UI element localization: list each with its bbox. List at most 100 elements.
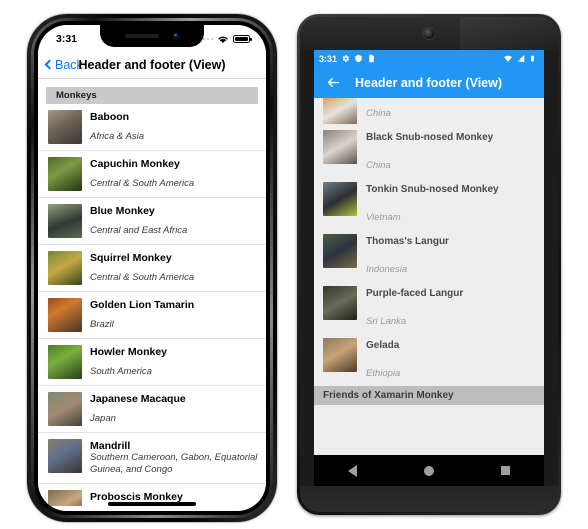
list-item[interactable]: Thomas's Langur Indonesia [314,230,544,282]
list-item[interactable]: Baboon Africa & Asia [38,104,266,151]
list-item[interactable]: Tonkin Snub-nosed Monkey Vietnam [314,178,544,230]
battery-icon [529,54,538,63]
list-item[interactable]: Squirrel Monkey Central & South America [38,245,266,292]
list-item-title: Gelada [366,340,400,351]
list-item-subtitle: Ethiopia [366,368,401,379]
android-screen: 3:31 Header and footer (View) China Blac… [314,50,544,455]
list-item-subtitle: Sri Lanka [366,316,407,327]
ios-monkey-list[interactable]: Monkeys Baboon Africa & Asia Capuchin Monk… [38,79,266,511]
list-item[interactable]: Japanese Macaque Japan [38,386,266,433]
list-item-text: Howler Monkey South America [90,345,258,379]
list-item[interactable]: China [314,98,544,126]
list-item-subtitle: Vietnam [366,212,401,223]
list-item-text: Mandrill Southern Cameroon, Gabon, Equato… [90,439,258,477]
list-item-title: Thomas's Langur [366,236,449,247]
blue-monkey-thumbnail [48,204,82,238]
android-device-frame: 3:31 Header and footer (View) China Blac… [297,14,561,515]
list-item-subtitle: Africa & Asia [90,130,145,142]
list-item[interactable]: Howler Monkey South America [38,339,266,386]
list-item-subtitle: China [366,160,391,171]
signal-icon [516,54,525,63]
list-item-title: Purple-faced Langur [366,288,464,299]
front-camera-icon [423,28,435,39]
gear-icon [341,54,350,63]
list-item-text: Golden Lion Tamarin Brazil [90,298,258,332]
list-item-title: Japanese Macaque [90,393,186,405]
list-item-title: Howler Monkey [90,346,168,358]
list-item-text: China [366,98,538,122]
nav-back-icon[interactable] [347,464,357,477]
nav-home-icon[interactable] [423,465,434,476]
android-monkey-list[interactable]: China Black Snub-nosed Monkey China Tonkin … [314,98,544,455]
list-item-subtitle: South America [90,365,152,377]
page-title: Header and footer (View) [355,75,503,90]
list-item[interactable]: Capuchin Monkey Central & South America [38,151,266,198]
battery-icon [233,34,252,44]
list-item-title: Blue Monkey [90,205,155,217]
ios-navigation-bar: Back Header and footer (View) [38,51,266,79]
earpiece-speaker-icon [124,34,159,38]
capuchin-monkey-thumbnail [48,157,82,191]
list-item-title: Squirrel Monkey [90,252,172,264]
list-item-subtitle: Brazil [90,318,114,330]
tonkin-snub-nosed-monkey-thumbnail [323,182,357,216]
list-item[interactable]: Mandrill Southern Cameroon, Gabon, Equato… [38,433,266,484]
ios-back-button[interactable]: Back [44,57,83,72]
list-item-text: Squirrel Monkey Central & South America [90,251,258,285]
list-item-subtitle: Indonesia [366,264,408,275]
iphone-screen: 3:31 Back Header and footer (View) Monke [38,25,266,511]
android-status-time: 3:31 [319,53,338,64]
black-snub-nosed-monkey-thumbnail [323,130,357,164]
list-item-text: Gelada Ethiopia [366,338,538,382]
list-item-title: Mandrill [90,440,131,452]
back-arrow-icon[interactable] [326,75,341,90]
list-item[interactable]: Blue Monkey Central and East Africa [38,198,266,245]
android-status-right [503,54,538,63]
android-list-footer: Friends of Xamarin Monkey [314,386,544,405]
list-item-text: Purple-faced Langur Sri Lanka [366,286,538,330]
android-status-left: 3:31 [319,54,376,64]
list-item-text: Japanese Macaque Japan [90,392,258,426]
iphone-device-frame: 3:31 Back Header and footer (View) Monke [27,14,277,522]
mandrill-thumbnail [48,439,82,473]
sd-card-icon [367,54,376,63]
list-item-subtitle: Japan [90,412,116,424]
ios-back-label: Back [55,57,83,72]
front-camera-icon [172,32,180,40]
list-item-text: Thomas's Langur Indonesia [366,234,538,278]
ios-list-rows: Baboon Africa & Asia Capuchin Monkey Centra… [38,104,266,506]
list-item-subtitle: Central & South America [90,177,195,189]
list-item-text: Tonkin Snub-nosed Monkey Vietnam [366,182,538,226]
iphone-notch [100,25,204,47]
android-toolbar: Header and footer (View) [314,67,544,98]
wifi-icon [217,35,229,44]
list-item-title: Capuchin Monkey [90,158,180,170]
ios-status-time: 3:31 [56,33,78,45]
japanese-macaque-thumbnail [48,392,82,426]
list-item[interactable]: Black Snub-nosed Monkey China [314,126,544,178]
android-status-bar: 3:31 [314,50,544,67]
wifi-icon [503,54,512,63]
list-item-title: Golden Lion Tamarin [90,299,195,311]
list-item-subtitle: Central and East Africa [90,224,188,236]
list-item[interactable]: Purple-faced Langur Sri Lanka [314,282,544,334]
ios-section-header: Monkeys [46,87,258,104]
screenshot-stage: 3:31 Back Header and footer (View) Monke [0,0,588,529]
howler-monkey-thumbnail [48,345,82,379]
list-item-subtitle: Southern Cameroon, Gabon, Equatorial Gui… [90,452,258,475]
squirrel-monkey-thumbnail [48,251,82,285]
proboscis-monkey-thumbnail [48,490,82,506]
list-item-subtitle: Central & South America [90,271,195,283]
android-bezel: 3:31 Header and footer (View) China Blac… [300,17,558,512]
list-item-text: Baboon Africa & Asia [90,110,258,144]
iphone-bezel: 3:31 Back Header and footer (View) Monke [34,21,270,515]
home-indicator[interactable] [108,502,196,506]
golden-lion-tamarin-thumbnail [48,298,82,332]
list-item-title: Black Snub-nosed Monkey [366,132,494,143]
list-item[interactable]: Golden Lion Tamarin Brazil [38,292,266,339]
nav-recents-icon[interactable] [501,466,511,475]
android-navigation-bar [314,455,544,486]
baboon-thumbnail [48,110,82,144]
thomas-langur-thumbnail [323,234,357,268]
list-item[interactable]: Gelada Ethiopia [314,334,544,386]
